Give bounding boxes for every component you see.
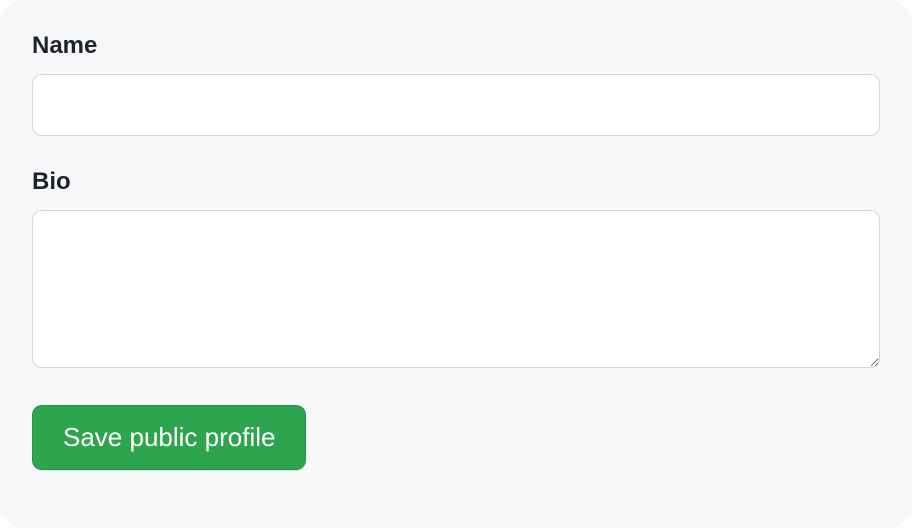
name-input[interactable] xyxy=(32,74,880,136)
bio-form-group: Bio xyxy=(32,168,880,373)
save-public-profile-button[interactable]: Save public profile xyxy=(32,405,306,470)
name-label: Name xyxy=(32,32,880,60)
bio-label: Bio xyxy=(32,168,880,196)
name-form-group: Name xyxy=(32,32,880,136)
profile-form-panel: Name Bio Save public profile xyxy=(0,0,912,528)
bio-textarea[interactable] xyxy=(32,210,880,368)
